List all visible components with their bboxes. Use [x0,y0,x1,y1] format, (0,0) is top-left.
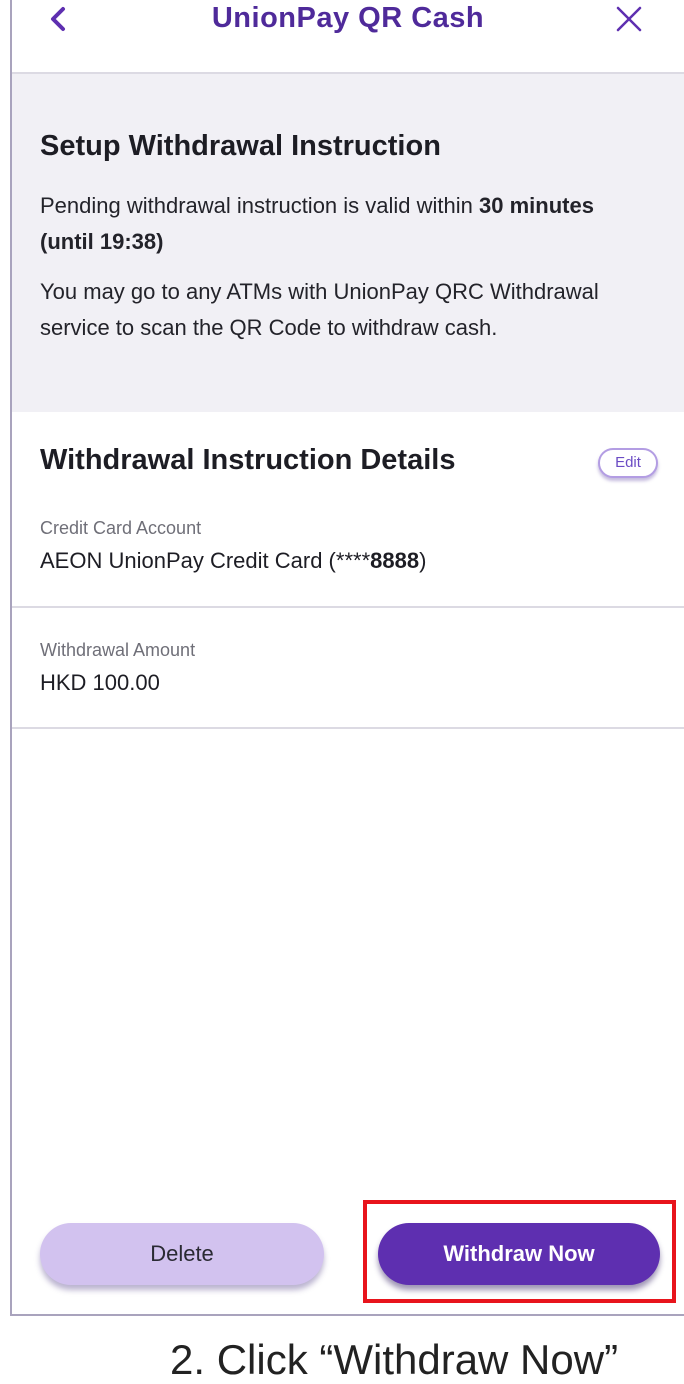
page-title: UnionPay QR Cash [211,2,485,34]
app-screen: UnionPay QR Cash Setup Withdrawal Instru… [10,0,684,1316]
divider [12,606,684,608]
credit-card-name: AEON UnionPay Credit Card (**** [40,548,371,573]
withdrawal-amount-value: HKD 100.00 [40,670,160,695]
validity-text-main: Pending withdrawal instruction is valid … [40,193,479,218]
withdraw-now-button[interactable]: Withdraw Now [378,1223,660,1285]
credit-card-value: AEON UnionPay Credit Card (****8888) [40,548,426,574]
step-caption: 2. Click “Withdraw Now” [170,1336,619,1383]
atm-instruction-text: You may go to any ATMs with UnionPay QRC… [40,279,599,340]
credit-card-suffix: ) [419,548,427,573]
withdrawal-amount-label: Withdrawal Amount [40,640,196,660]
divider [12,727,684,729]
delete-button[interactable]: Delete [40,1223,324,1285]
edit-button[interactable]: Edit [598,448,658,478]
close-icon[interactable] [612,2,646,36]
credit-card-label: Credit Card Account [40,518,202,538]
credit-card-last-digits: 8888 [370,548,420,573]
top-bar: UnionPay QR Cash [12,0,684,74]
instruction-info-panel: Setup Withdrawal Instruction Pending wit… [12,74,684,412]
details-heading: Withdrawal Instruction Details [40,444,456,476]
validity-text: Pending withdrawal instruction is valid … [40,188,650,260]
instruction-heading: Setup Withdrawal Instruction [40,130,441,162]
